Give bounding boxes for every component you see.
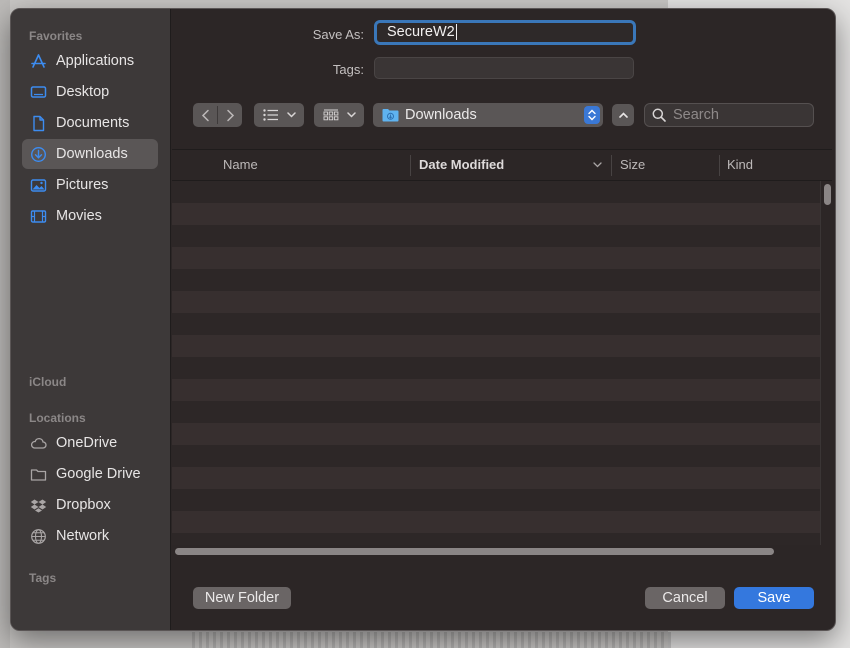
chevron-down-icon [346, 112, 356, 118]
sidebar-item-google-drive[interactable]: Google Drive [22, 459, 158, 489]
sidebar-item-desktop[interactable]: Desktop [22, 77, 158, 107]
sidebar-item-label: Documents [56, 115, 130, 131]
search-icon [652, 108, 666, 122]
background-text [192, 632, 672, 648]
sidebar-item-label: Movies [56, 208, 102, 224]
horizontal-scrollbar[interactable] [172, 545, 832, 558]
movies-icon [30, 208, 47, 225]
background-window [0, 0, 10, 648]
chevron-up-icon [618, 112, 628, 118]
file-rows-empty[interactable] [172, 181, 820, 545]
vertical-scroll-thumb[interactable] [824, 184, 831, 205]
column-header-size[interactable]: Size [620, 150, 645, 181]
up-down-chevron-icon [588, 109, 596, 121]
cloud-icon [30, 435, 47, 452]
main-panel: Save As: SecureW2 Tags: Downloads Search… [172, 9, 835, 630]
search-field[interactable]: Search [644, 103, 814, 127]
list-header: Name Date Modified Size Kind [172, 150, 832, 181]
column-header-date-modified[interactable]: Date Modified [419, 150, 504, 181]
sidebar-item-label: Google Drive [56, 466, 141, 482]
save-as-input[interactable]: SecureW2 [374, 20, 636, 45]
chevron-left-icon [201, 109, 209, 121]
column-separator [410, 155, 411, 176]
text-caret [455, 24, 457, 41]
column-separator [611, 155, 612, 176]
back-button[interactable] [193, 103, 217, 127]
globe-icon [30, 528, 47, 545]
sidebar-item-label: Applications [56, 53, 135, 69]
downloads-folder-icon [382, 109, 399, 122]
pictures-icon [30, 177, 47, 194]
sidebar-item-network[interactable]: Network [22, 521, 158, 551]
vertical-scrollbar[interactable] [820, 181, 832, 545]
sidebar-section-icloud: iCloud [29, 375, 67, 389]
sidebar-section-locations: Locations [29, 411, 86, 425]
chevron-right-icon [226, 109, 234, 121]
sidebar-item-label: OneDrive [56, 435, 118, 451]
file-list: Name Date Modified Size Kind [172, 149, 832, 558]
sidebar-item-downloads[interactable]: Downloads [22, 139, 158, 169]
group-view-button[interactable] [314, 103, 364, 127]
desktop-icon [30, 84, 47, 101]
tags-label: Tags: [332, 62, 364, 77]
grid-view-icon [323, 109, 338, 121]
save-dialog: Favorites Applications Desktop Documents… [10, 8, 836, 631]
folder-icon [30, 466, 47, 483]
applications-icon [30, 53, 47, 70]
column-separator [719, 155, 720, 176]
sidebar-item-movies[interactable]: Movies [22, 201, 158, 231]
location-label: Downloads [405, 107, 477, 123]
sidebar-item-applications[interactable]: Applications [22, 46, 158, 76]
forward-button[interactable] [218, 103, 242, 127]
sidebar-item-label: Downloads [56, 146, 128, 162]
save-as-value: SecureW2 [387, 24, 455, 40]
new-folder-button[interactable]: New Folder [193, 587, 291, 609]
sort-descending-icon [593, 162, 602, 168]
cancel-button[interactable]: Cancel [645, 587, 725, 609]
sidebar-item-dropbox[interactable]: Dropbox [22, 490, 158, 520]
save-as-label: Save As: [312, 27, 364, 42]
horizontal-scroll-thumb[interactable] [175, 548, 774, 555]
column-header-name[interactable]: Name [223, 150, 258, 181]
search-placeholder: Search [673, 107, 719, 123]
list-view-button[interactable] [254, 103, 304, 127]
document-icon [30, 115, 47, 132]
downloads-icon [30, 146, 47, 163]
collapse-button[interactable] [612, 104, 634, 126]
sidebar-item-label: Dropbox [56, 497, 111, 513]
sidebar-section-favorites: Favorites [29, 29, 83, 43]
sidebar-item-label: Network [56, 528, 110, 544]
sidebar-section-tags: Tags [29, 571, 57, 585]
dropbox-icon [30, 497, 47, 514]
save-button[interactable]: Save [734, 587, 814, 609]
sidebar-item-documents[interactable]: Documents [22, 108, 158, 138]
tags-input[interactable] [374, 57, 634, 79]
chevron-down-icon [286, 112, 296, 118]
location-stepper[interactable] [584, 106, 600, 124]
column-header-kind[interactable]: Kind [727, 150, 753, 181]
sidebar-item-pictures[interactable]: Pictures [22, 170, 158, 200]
sidebar-item-label: Pictures [56, 177, 109, 193]
sidebar-item-onedrive[interactable]: OneDrive [22, 428, 158, 458]
location-popup[interactable]: Downloads [373, 103, 603, 127]
sidebar: Favorites Applications Desktop Documents… [11, 9, 171, 630]
list-view-icon [262, 109, 278, 121]
sidebar-item-label: Desktop [56, 84, 110, 100]
back-forward-control [193, 103, 242, 127]
